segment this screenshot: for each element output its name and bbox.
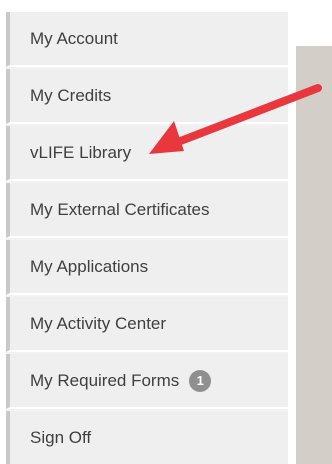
menu-item-my-external-certificates[interactable]: My External Certificates (6, 183, 288, 238)
menu-item-label: Sign Off (30, 428, 92, 447)
menu-item-label: My Credits (30, 86, 112, 105)
menu-item-my-activity-center[interactable]: My Activity Center (6, 297, 288, 352)
menu-item-my-required-forms[interactable]: My Required Forms 1 (6, 354, 288, 409)
menu-item-label: vLIFE Library (30, 143, 132, 162)
page: My Account My Credits vLIFE Library My E… (0, 0, 332, 464)
menu-item-label: My External Certificates (30, 200, 210, 219)
menu-item-label: My Activity Center (30, 314, 167, 333)
account-menu: My Account My Credits vLIFE Library My E… (6, 12, 288, 464)
menu-item-label: My Account (30, 29, 118, 48)
menu-item-label: My Required Forms (30, 371, 180, 390)
content-panel-edge (296, 46, 332, 464)
menu-item-vlife-library[interactable]: vLIFE Library (6, 126, 288, 181)
menu-item-my-account[interactable]: My Account (6, 12, 288, 67)
menu-item-my-credits[interactable]: My Credits (6, 69, 288, 124)
menu-item-sign-off[interactable]: Sign Off (6, 411, 288, 464)
menu-item-label: My Applications (30, 257, 149, 276)
menu-item-my-applications[interactable]: My Applications (6, 240, 288, 295)
required-forms-count-badge: 1 (189, 369, 212, 392)
